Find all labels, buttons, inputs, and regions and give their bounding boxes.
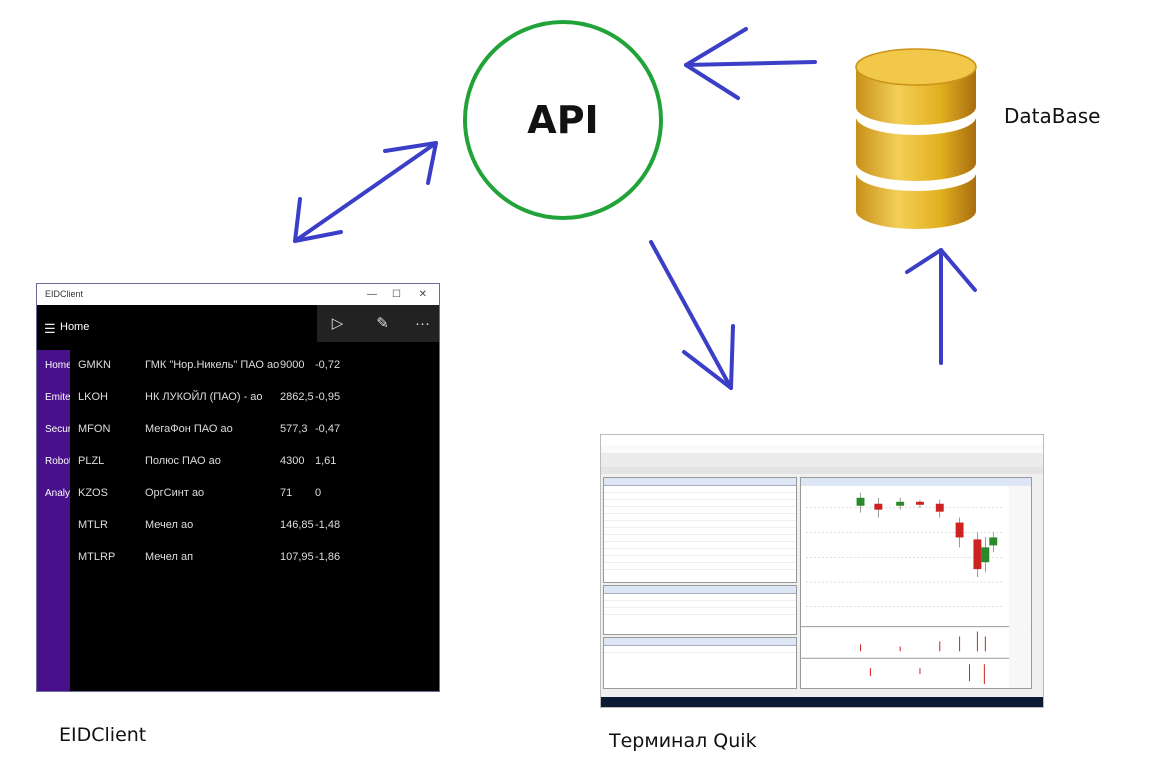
price: 107,95 (280, 551, 314, 563)
pencil-icon[interactable]: ✎ (362, 305, 403, 342)
list-item[interactable]: MFON МегаФон ПАО ао 577,3 -0,47 (70, 423, 439, 443)
change: -1,48 (315, 519, 341, 531)
change: 1,61 (315, 455, 337, 467)
nav-item-home[interactable]: Home (45, 360, 70, 371)
more-icon[interactable]: ··· (402, 305, 439, 342)
list-item[interactable]: MTLR Мечел ао 146,85 -1,48 (70, 519, 439, 539)
api-label: API (527, 98, 599, 142)
minimize-icon[interactable]: — (367, 284, 377, 305)
quik-terminal-screenshot (600, 434, 1044, 708)
ticker: GMKN (78, 359, 111, 371)
security-name: Мечел ап (145, 551, 194, 563)
ticker: KZOS (78, 487, 108, 499)
play-icon[interactable]: ▷ (317, 305, 358, 342)
ticker: LKOH (78, 391, 108, 403)
security-name: МегаФон ПАО ао (145, 423, 233, 435)
quik-menu-bar (601, 445, 1043, 453)
arrow-api-eidclient (293, 141, 438, 243)
close-icon[interactable]: ✕ (419, 284, 427, 305)
security-name: Мечел ао (145, 519, 194, 531)
list-item[interactable]: LKOH НК ЛУКОЙЛ (ПАО) - ао 2862,5 -0,95 (70, 391, 439, 411)
price: 146,85 (280, 519, 314, 531)
arrow-api-to-quik (649, 240, 735, 390)
arrow-db-to-api (684, 27, 817, 100)
nav-item-analysis[interactable]: Analy (45, 488, 70, 499)
security-name: Полюс ПАО ао (145, 455, 221, 467)
change: -0,95 (315, 391, 341, 403)
security-name: ГМК "Нор.Никель" ПАО ао (145, 359, 280, 371)
eidclient-window: EIDClient — ☐ ✕ ☰ Home ▷ ✎ ··· Home Emit… (36, 283, 440, 692)
price: 4300 (280, 455, 305, 467)
quik-quotes-panel (603, 477, 797, 583)
database-icon (855, 48, 977, 229)
quik-trades-panel (603, 637, 797, 689)
ticker: PLZL (78, 455, 105, 467)
security-name: НК ЛУКОЙЛ (ПАО) - ао (145, 391, 263, 403)
ticker: MFON (78, 423, 111, 435)
list-item[interactable]: PLZL Полюс ПАО ао 4300 1,61 (70, 455, 439, 475)
list-item[interactable]: GMKN ГМК "Нор.Никель" ПАО ао 9000 -0,72 (70, 359, 439, 379)
securities-list: GMKN ГМК "Нор.Никель" ПАО ао 9000 -0,72 … (70, 350, 439, 691)
hamburger-icon[interactable]: ☰ (44, 321, 56, 337)
change: -0,47 (315, 423, 341, 435)
eid-titlebar: EIDClient — ☐ ✕ (37, 284, 439, 305)
windows-taskbar (601, 697, 1043, 707)
eid-header: ☰ Home (37, 305, 317, 350)
eid-toolbar: ▷ ✎ ··· (317, 305, 439, 342)
quik-toolbar (601, 453, 1043, 468)
security-name: ОргСинт ао (145, 487, 205, 499)
eid-sidebar: Home Emite Secur Robot Analy (37, 350, 70, 691)
nav-item-robot[interactable]: Robot (45, 456, 70, 467)
change: -1,86 (315, 551, 341, 563)
price: 71 (280, 487, 293, 499)
price: 9000 (280, 359, 305, 371)
maximize-icon[interactable]: ☐ (392, 284, 401, 305)
price: 2862,5 (280, 391, 314, 403)
change: -0,72 (315, 359, 341, 371)
list-item[interactable]: KZOS ОргСинт ао 71 0 (70, 487, 439, 507)
eid-window-title: EIDClient (45, 289, 84, 299)
api-node: API (463, 20, 663, 220)
ticker: MTLRP (78, 551, 116, 563)
database-label: DataBase (1004, 104, 1101, 128)
price: 577,3 (280, 423, 308, 435)
quik-titlebar (601, 435, 1043, 445)
quik-caption: Терминал Quik (609, 730, 757, 752)
nav-item-securities[interactable]: Secur (45, 424, 70, 435)
nav-item-emitents[interactable]: Emite (45, 392, 70, 403)
quik-orders-panel (603, 585, 797, 635)
list-item[interactable]: MTLRP Мечел ап 107,95 -1,86 (70, 551, 439, 571)
ticker: MTLR (78, 519, 108, 531)
eidclient-caption: EIDClient (59, 724, 147, 746)
eid-page-title: Home (60, 321, 90, 333)
arrow-quik-to-db (905, 248, 977, 365)
quik-tabs (601, 467, 1043, 474)
quik-candlestick-chart (800, 477, 1032, 689)
change: 0 (315, 487, 322, 499)
